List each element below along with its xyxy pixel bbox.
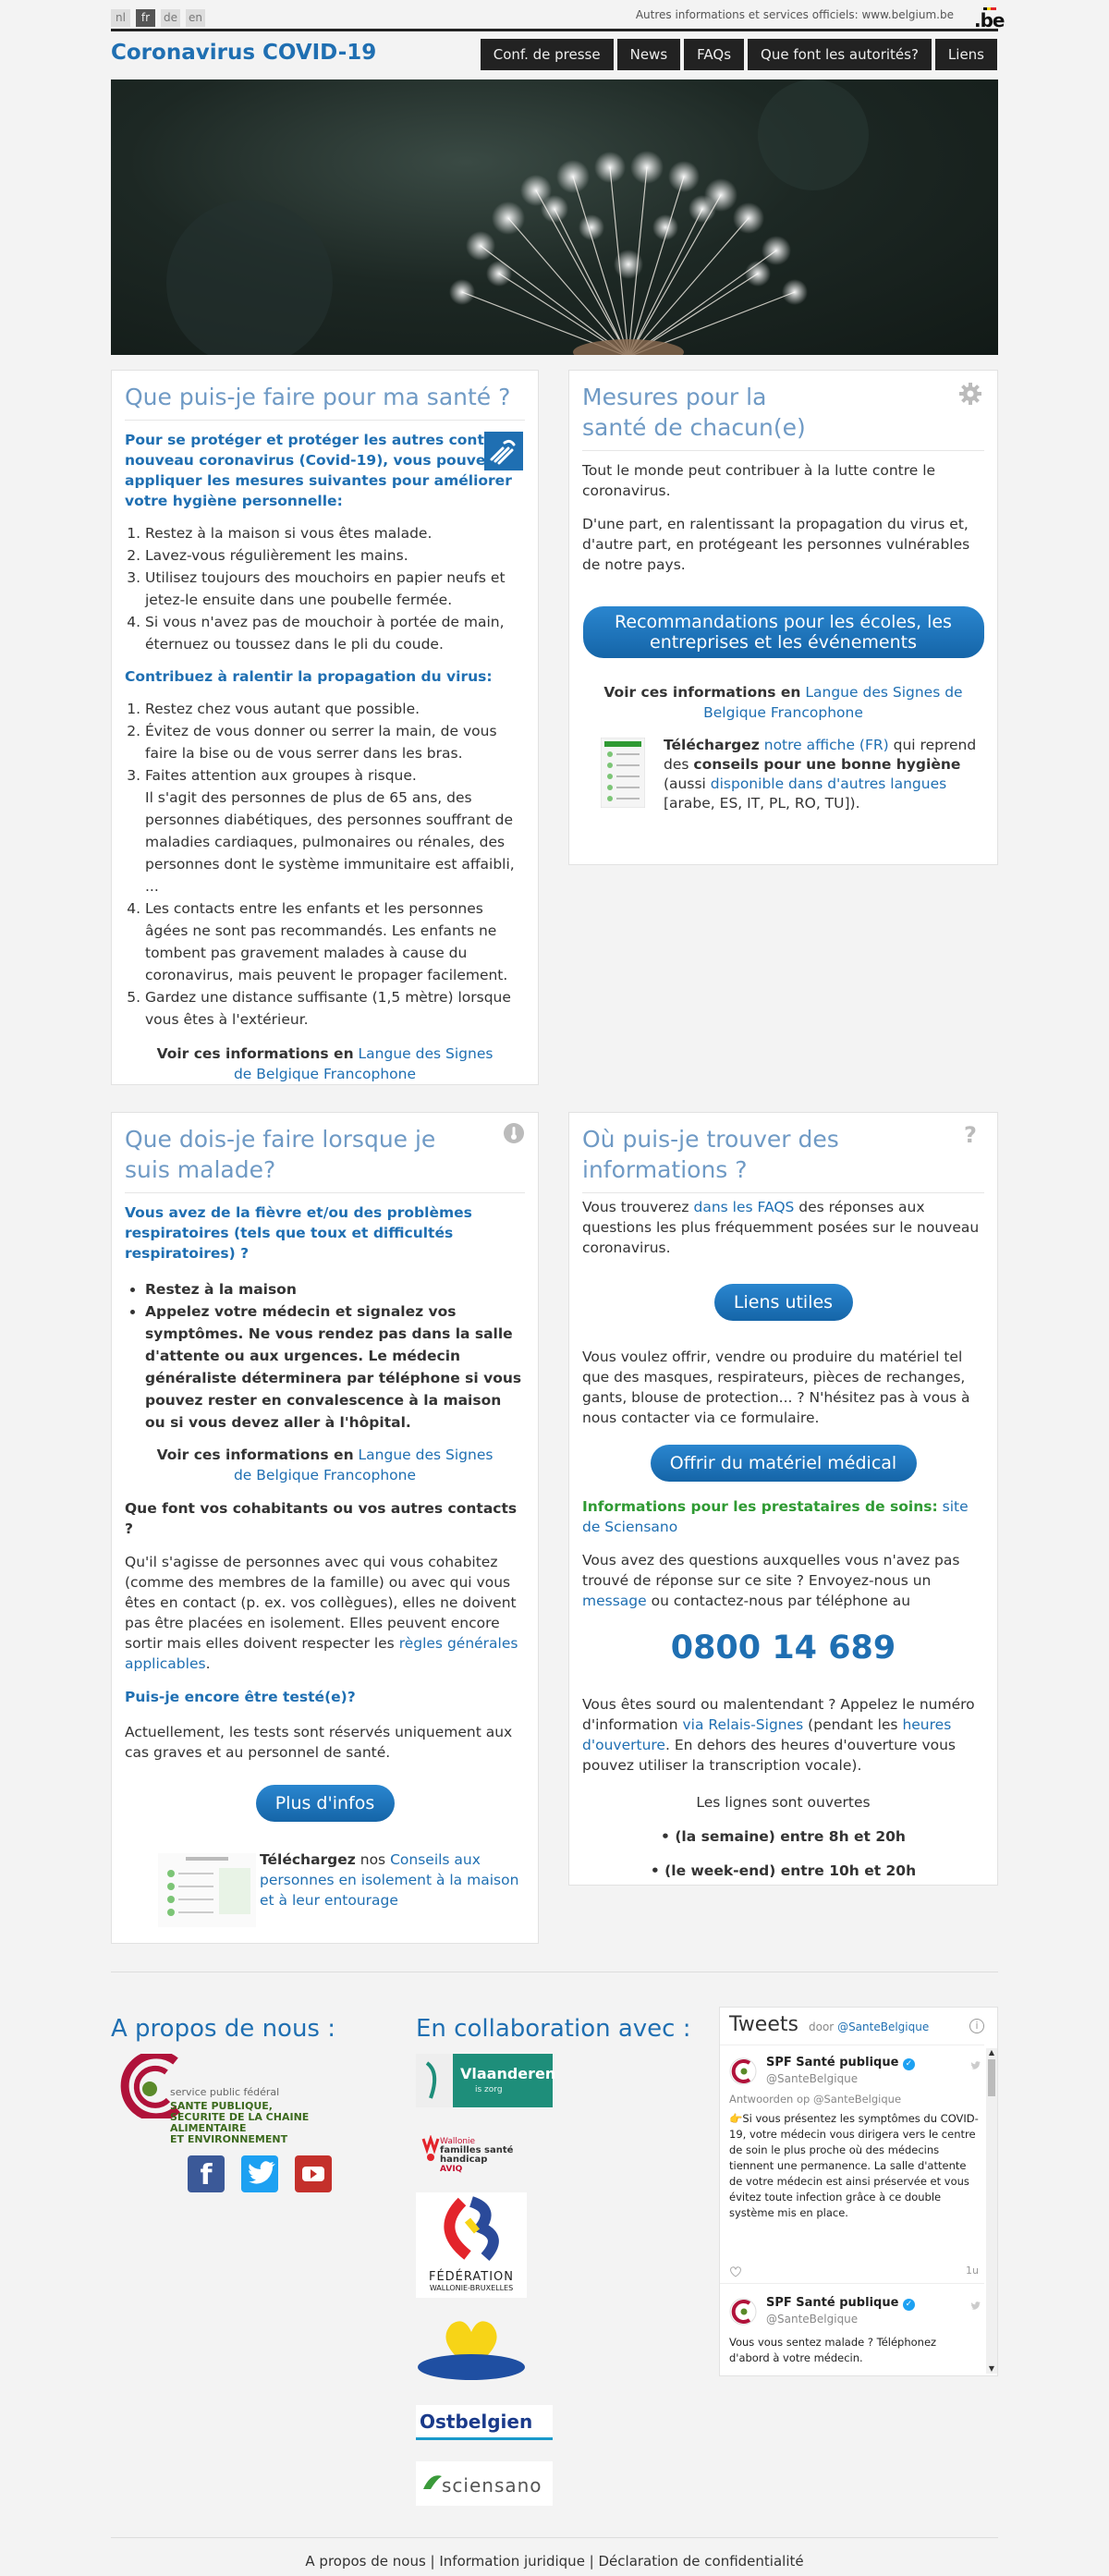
card-title: Que puis-je faire pour ma santé ? [125,382,525,421]
card-measures: Mesures pour la santé de chacun(e) Tout … [568,370,998,865]
test-title: Puis-je encore être testé(e)? [125,1689,356,1705]
nav-links[interactable]: Liens [934,39,997,70]
partner-cocom-heart[interactable] [416,2314,527,2384]
twitter-bird-icon [970,2301,981,2310]
isolation-advice-thumbnail[interactable] [158,1853,256,1927]
list-item: Évitez de vous donner ou serrer la main,… [145,720,525,764]
lang-fr[interactable]: fr [136,9,155,27]
card-title: Où puis-je trouver des informations ? [582,1124,984,1193]
list-item: Utilisez toujours des mouchoirs en papie… [145,567,525,611]
spf-logo[interactable]: service public fédéral SANTE PUBLIQUE, S… [111,2054,360,2146]
other-languages-link[interactable]: disponible dans d'autres langues [711,775,946,792]
question-icon: ? [964,1122,977,1146]
youtube-icon[interactable] [295,2155,332,2192]
list-item: Restez à la maison [145,1278,525,1300]
verified-icon: ✓ [902,2058,915,2070]
list-item: Restez chez vous autant que possible. [145,698,525,720]
card-when-sick: Que dois-je faire lorsque je suis malade… [111,1112,539,1944]
list-item: Gardez une distance suffisante (1,5 mètr… [145,986,525,1031]
hours-week: • (la semaine) entre 8h et 20h [661,1828,906,1845]
social-links: f [188,2155,332,2192]
contacts-title: Que font vos cohabitants ou vos autres c… [125,1500,518,1537]
partner-sciensano[interactable]: sciensano [416,2461,553,2506]
list-item: Appelez votre médecin et signalez vos sy… [145,1300,525,1434]
twitter-icon[interactable] [241,2155,278,2192]
nav-press-conf[interactable]: Conf. de presse [480,39,614,70]
hero-image-dandelion [111,79,998,355]
fever-question: Vous avez de la fièvre et/ou des problèm… [125,1204,472,1262]
avatar [729,2057,757,2085]
partner-ostbelgien[interactable]: Ostbelgien [416,2405,553,2440]
site-title[interactable]: Coronavirus COVID-19 [111,41,376,65]
hand-wash-icon [484,432,523,470]
slow-spread-title: Contribuez à ralentir la propagation du … [125,668,493,685]
faqs-link[interactable]: dans les FAQS [693,1199,794,1215]
language-switcher: nl fr de en [111,9,205,27]
poster-thumbnail[interactable] [601,738,645,808]
lines-open: Les lignes sont ouvertes [696,1794,871,1811]
partner-fwb[interactable]: FÉDÉRATION WALLONIE-BRUXELLES [416,2192,527,2298]
info-icon[interactable]: i [969,2019,984,2033]
nav-faqs[interactable]: FAQs [684,39,745,70]
recommendations-button[interactable]: Recommandations pour les écoles, les ent… [582,606,984,658]
lang-de[interactable]: de [161,9,180,27]
nav-authorities[interactable]: Que font les autorités? [748,39,932,70]
card-where-info: ? Où puis-je trouver des informations ? … [568,1112,998,1886]
test-text: Actuellement, les tests sont réservés un… [125,1724,513,1761]
tweets-author-link[interactable]: @SanteBelgique [837,2021,929,2033]
nav-news[interactable]: News [616,39,681,70]
slow-spread-list: Restez chez vous autant que possible. Év… [125,698,525,1031]
tweets-title: Tweets [729,2013,798,2036]
risk-groups-note: Il s'agit des personnes de plus de 65 an… [145,789,515,895]
providers-label: Informations pour les prestataires de so… [582,1498,938,1515]
phone-number[interactable]: 0800 14 689 [582,1630,984,1666]
list-item: Lavez-vous régulièrement les mains. [145,544,525,567]
gear-icon [959,383,981,405]
verified-icon: ✓ [902,2299,915,2311]
twitter-timeline[interactable]: Tweets door @SanteBelgique i ▲ ▼ SPF San… [719,2007,998,2376]
card-title: Mesures pour la santé de chacun(e) [582,382,984,451]
header-divider [111,29,998,31]
hours-weekend: • (le week-end) entre 10h et 20h [650,1862,917,1879]
measures-p2: D'une part, en ralentissant la propagati… [582,516,970,573]
message-link[interactable]: message [582,1593,647,1609]
list-item: Si vous n'avez pas de mouchoir à portée … [145,611,525,655]
useful-links-button[interactable]: Liens utiles [713,1284,853,1321]
bottom-divider [111,2537,998,2538]
offer-material-button[interactable]: Offrir du matériel médical [650,1445,917,1482]
poster-link[interactable]: notre affiche (FR) [764,737,889,753]
measures-p1: Tout le monde peut contribuer à la lutte… [582,462,936,499]
hygiene-intro: Pour se protéger et protéger les autres … [125,432,521,509]
partner-aviq[interactable]: Wallonie familles santé handicap AVIQ [416,2135,553,2174]
list-item: Restez à la maison si vous êtes malade. [145,522,525,544]
avatar [729,2298,757,2326]
sick-list: Restez à la maison Appelez votre médecin… [125,1278,525,1434]
thermometer-icon [504,1123,524,1143]
card-my-health: Que puis-je faire pour ma santé ? Pour s… [111,370,539,1085]
collab-title: En collaboration avec : [416,2015,691,2043]
twitter-bird-icon [970,2061,981,2069]
footer-links[interactable]: A propos de nous | Information juridique… [0,2553,1109,2570]
material-text: Vous voulez offrir, vendre ou produire d… [582,1349,970,1426]
partner-vlaanderen[interactable]: Vlaanderen is zorg [416,2054,555,2107]
lang-nl[interactable]: nl [111,9,130,27]
like-icon[interactable] [729,2266,742,2277]
list-item: Les contacts entre les enfants et les pe… [145,897,525,986]
scrollbar[interactable]: ▲ ▼ [986,2048,997,2374]
list-item: Faites attention aux groupes à risque.Il… [145,764,525,897]
about-title: A propos de nous : [111,2015,336,2043]
more-info-button[interactable]: Plus d'infos [255,1785,395,1822]
facebook-icon[interactable]: f [188,2155,225,2192]
hygiene-list: Restez à la maison si vous êtes malade. … [125,522,525,655]
svg-text:?: ? [964,1122,977,1146]
main-nav: Conf. de presse News FAQs Que font les a… [480,39,997,70]
official-info-link[interactable]: Autres informations et services officiel… [636,8,954,21]
card-title: Que dois-je faire lorsque je suis malade… [125,1124,525,1193]
relais-signes-link[interactable]: via Relais-Signes [683,1716,804,1733]
lang-en[interactable]: en [186,9,205,27]
